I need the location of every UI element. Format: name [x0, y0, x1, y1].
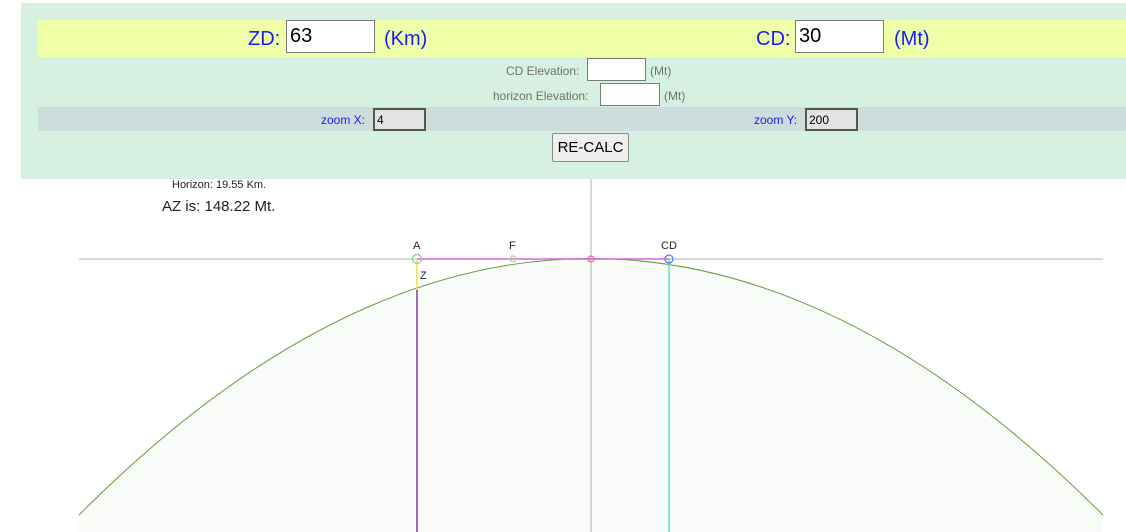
label-z: Z: [420, 270, 427, 282]
label-f: F: [509, 240, 516, 252]
label-a: A: [413, 240, 421, 252]
label-cd: CD: [661, 240, 677, 252]
curvature-diagram: A F CD Z: [78, 179, 1104, 532]
